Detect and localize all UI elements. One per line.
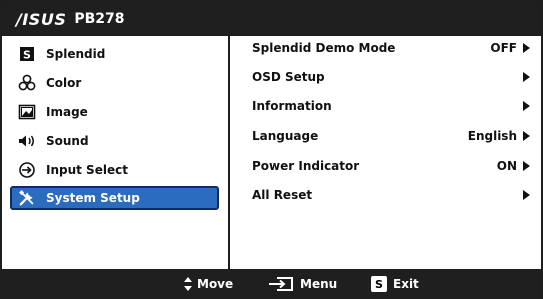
sidebar-item-color[interactable]: Color xyxy=(10,71,219,95)
chevron-right-icon xyxy=(523,190,530,200)
sidebar-item-label: Sound xyxy=(46,134,89,148)
model-name: PB278 xyxy=(74,11,125,27)
svg-text:S: S xyxy=(23,49,31,62)
sidebar-item-label: System Setup xyxy=(46,191,140,205)
sidebar-item-splendid[interactable]: S Splendid xyxy=(10,42,219,66)
menu-label: Menu xyxy=(300,277,338,291)
chevron-right-icon xyxy=(523,101,530,111)
osd-header: /ISUS PB278 xyxy=(2,2,541,36)
exit-label: Exit xyxy=(393,277,419,291)
row-label: Information xyxy=(252,99,332,113)
move-label: Move xyxy=(197,277,234,291)
menu-row-splendid-demo-mode[interactable]: Splendid Demo Mode OFF xyxy=(252,36,530,60)
sidebar-item-sound[interactable]: Sound xyxy=(10,129,219,153)
sidebar-item-label: Color xyxy=(46,76,82,90)
sidebar-item-system-setup[interactable]: System Setup xyxy=(10,186,219,210)
row-label: Splendid Demo Mode xyxy=(252,41,396,55)
menu-row-all-reset[interactable]: All Reset xyxy=(252,183,530,207)
settings-panel: Splendid Demo Mode OFF OSD Setup Informa… xyxy=(230,36,541,269)
up-down-arrows-icon xyxy=(183,276,193,292)
menu-row-osd-setup[interactable]: OSD Setup xyxy=(252,65,530,89)
row-label: All Reset xyxy=(252,188,313,202)
row-value: English xyxy=(467,129,517,143)
sidebar-item-input-select[interactable]: Input Select xyxy=(10,158,219,182)
row-value: ON xyxy=(496,159,517,173)
brand-logo: /ISUS xyxy=(16,9,67,29)
footer-move: Move xyxy=(183,276,233,292)
footer-exit: S Exit xyxy=(371,276,419,292)
row-label: Language xyxy=(252,129,319,143)
chevron-right-icon xyxy=(523,131,530,141)
menu-row-power-indicator[interactable]: Power Indicator ON xyxy=(252,154,530,178)
image-icon xyxy=(18,103,36,121)
input-select-icon xyxy=(18,161,36,179)
enter-key-icon xyxy=(268,276,294,292)
monitor-osd: /ISUS PB278 S Splendid Color Image Sound… xyxy=(0,0,543,299)
exit-key-icon: S xyxy=(371,276,387,292)
sidebar-item-label: Image xyxy=(46,105,88,119)
menu-row-language[interactable]: Language English xyxy=(252,124,530,148)
splendid-s-icon: S xyxy=(18,45,36,63)
row-label: Power Indicator xyxy=(252,159,360,173)
chevron-right-icon xyxy=(523,72,530,82)
sidebar-item-image[interactable]: Image xyxy=(10,100,219,124)
row-label: OSD Setup xyxy=(252,70,325,84)
sidebar-item-label: Splendid xyxy=(46,47,106,61)
osd-footer: Move Menu S Exit xyxy=(2,269,541,299)
sidebar-menu: S Splendid Color Image Sound Input Selec… xyxy=(2,36,230,269)
row-value: OFF xyxy=(490,41,517,55)
menu-row-information[interactable]: Information xyxy=(252,94,530,118)
speaker-icon xyxy=(18,132,36,150)
chevron-right-icon xyxy=(523,161,530,171)
footer-menu: Menu xyxy=(268,276,337,292)
chevron-right-icon xyxy=(523,43,530,53)
tools-icon xyxy=(18,189,36,207)
sidebar-item-label: Input Select xyxy=(46,163,128,177)
color-circles-icon xyxy=(18,74,36,92)
